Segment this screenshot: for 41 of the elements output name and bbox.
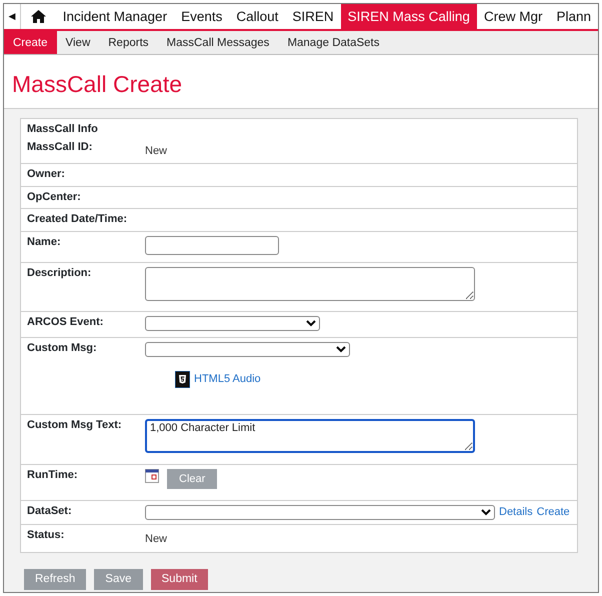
subnav-tab[interactable]: MassCall Messages — [158, 31, 278, 54]
nav-tab[interactable]: Incident Manager — [56, 4, 174, 29]
dataset-link[interactable]: Create — [536, 506, 570, 520]
nav-tab[interactable]: SIREN — [285, 4, 341, 29]
field-label: MassCall Info — [27, 123, 99, 137]
field-label: RunTime: — [27, 469, 79, 483]
field-label: Owner: — [27, 168, 66, 182]
textarea-field[interactable] — [145, 267, 475, 301]
field-value: New — [145, 144, 168, 157]
nav-tab[interactable]: Callout — [229, 4, 286, 29]
field-label: Created Date/Time: — [27, 213, 128, 227]
page-title: MassCall Create — [12, 71, 183, 99]
subnav-tab[interactable]: Create — [4, 31, 57, 54]
field-label: ARCOS Event: — [27, 316, 104, 330]
subnav-tab[interactable]: Reports — [99, 31, 158, 54]
field-label: Status: — [27, 529, 66, 543]
field-label: Description: — [27, 267, 92, 281]
nav-tab[interactable]: Events — [174, 4, 230, 29]
nav-tab[interactable]: Crew Mgr — [476, 4, 550, 29]
field-label: Custom Msg Text: — [27, 419, 123, 433]
select-field[interactable] — [145, 342, 350, 357]
calendar-icon[interactable] — [145, 469, 159, 483]
audio-link[interactable]: HTML5 Audio — [194, 372, 261, 386]
field-label: DataSet: — [27, 505, 73, 519]
text-input[interactable] — [145, 236, 279, 255]
field-label: OpCenter: — [27, 190, 82, 204]
action-button[interactable]: Submit — [150, 569, 208, 590]
subnav-tab[interactable]: Manage DataSets — [278, 31, 388, 54]
html5-icon — [175, 371, 190, 388]
message-textarea[interactable]: 1,000 Character Limit — [145, 419, 475, 453]
back-button[interactable]: ◀ — [4, 4, 21, 29]
nav-tab[interactable]: SIREN Mass Calling — [340, 4, 477, 29]
select-field[interactable] — [145, 505, 495, 520]
field-value: New — [145, 533, 168, 545]
select-field[interactable] — [145, 316, 320, 331]
field-label: MassCall ID: — [27, 140, 94, 155]
nav-tab[interactable]: Plann — [549, 4, 598, 29]
subnav-tab[interactable]: View — [56, 31, 100, 54]
field-label: Name: — [27, 236, 62, 250]
dataset-link[interactable]: Details — [499, 506, 533, 520]
field-label: Custom Msg: — [27, 342, 98, 356]
